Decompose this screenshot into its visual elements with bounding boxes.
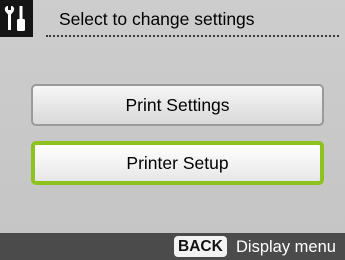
back-key-badge[interactable]: BACK	[174, 236, 227, 257]
footer-bar: BACK Display menu	[0, 233, 345, 260]
printer-setup-button[interactable]: Printer Setup	[31, 141, 324, 185]
header-bar: Select to change settings	[0, 0, 345, 37]
printer-settings-screen: Select to change settings Print Settings…	[0, 0, 345, 260]
print-settings-button[interactable]: Print Settings	[31, 84, 324, 126]
wrench-screwdriver-icon	[0, 0, 33, 37]
header-divider	[46, 35, 339, 37]
page-title: Select to change settings	[59, 9, 255, 29]
back-action-label: Display menu	[236, 238, 336, 256]
